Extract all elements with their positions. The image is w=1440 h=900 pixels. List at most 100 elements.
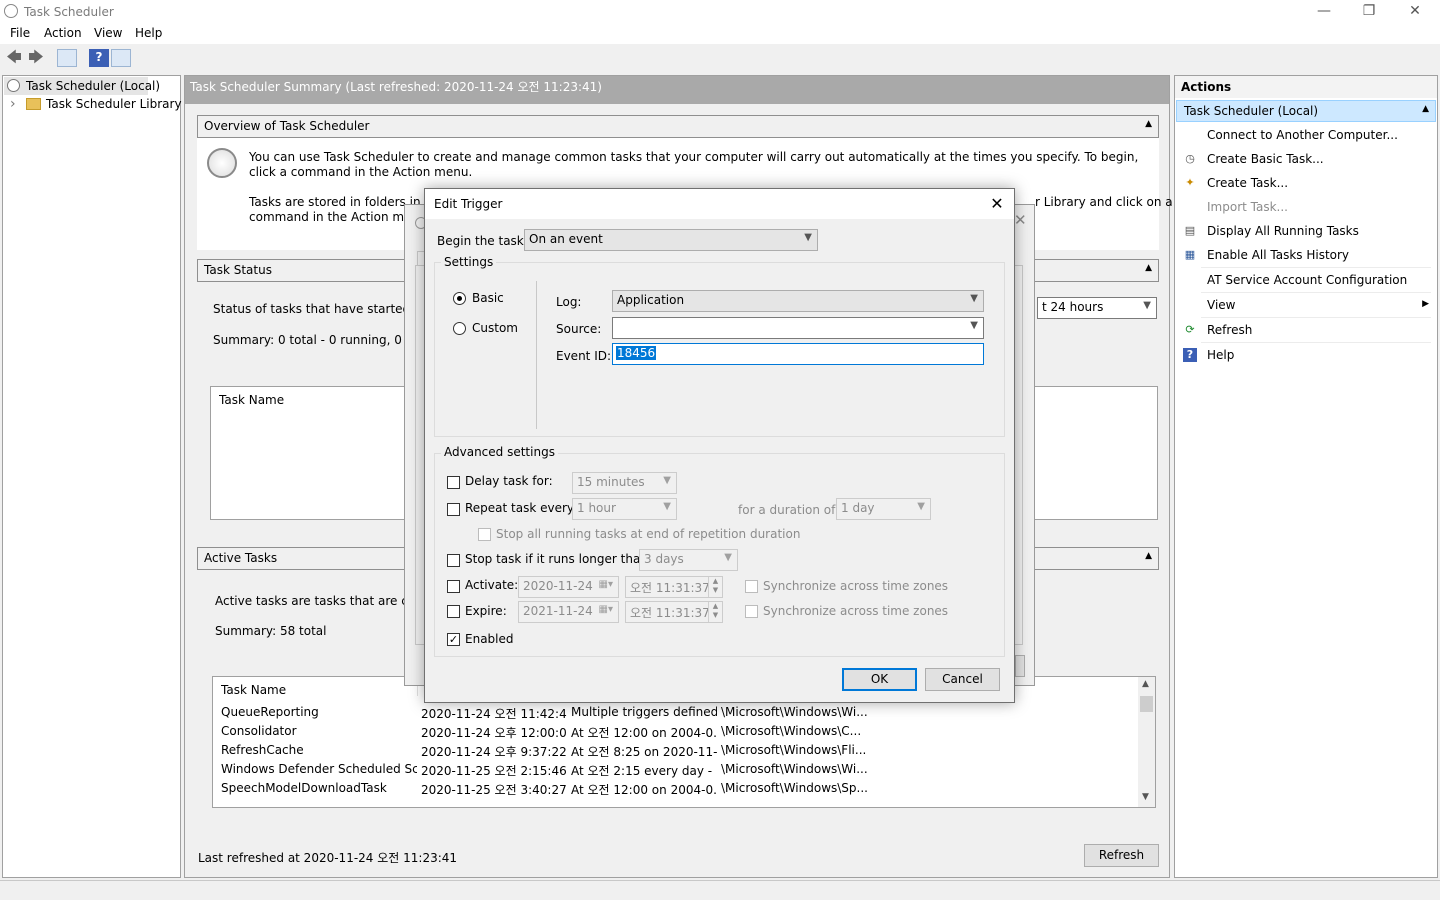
vertical-scrollbar[interactable]: ▲ ▼ — [1138, 677, 1155, 807]
status-period-dropdown[interactable]: t 24 hours ▼ — [1037, 297, 1157, 319]
forward-arrow-icon[interactable]: 🡆 — [26, 49, 46, 67]
expire-checkbox[interactable] — [447, 605, 460, 618]
custom-radio-label[interactable]: Custom — [472, 321, 518, 335]
table-cell-location: \Microsoft\Windows\Fli... — [721, 743, 867, 757]
ok-button[interactable]: OK — [842, 668, 917, 691]
stop-if-longer-dropdown[interactable]: 3 days ▼ — [639, 549, 738, 571]
action-help[interactable]: ? Help — [1175, 344, 1437, 368]
repeat-task-dropdown[interactable]: 1 hour ▼ — [572, 498, 677, 520]
menu-help[interactable]: Help — [135, 26, 162, 40]
dropdown-value: 1 day — [841, 501, 875, 515]
scroll-thumb[interactable] — [1140, 696, 1153, 712]
cancel-button[interactable]: Cancel — [925, 668, 1000, 691]
collapse-icon[interactable]: ▲ — [1145, 119, 1152, 129]
time-spinner-icon[interactable]: ▲ ▼ — [708, 602, 722, 622]
activate-label[interactable]: Activate: — [465, 578, 518, 592]
action-connect-to-another-computer[interactable]: Connect to Another Computer... — [1175, 124, 1437, 148]
dialog-close-button[interactable]: ✕ — [986, 193, 1008, 215]
actions-group-task-scheduler-local[interactable]: Task Scheduler (Local) ▲ — [1176, 100, 1436, 122]
status-bar — [0, 880, 1440, 900]
menu-action[interactable]: Action — [44, 26, 82, 40]
app-clock-icon — [4, 4, 18, 18]
expire-sync-checkbox[interactable] — [745, 605, 758, 618]
help-icon[interactable]: ? — [89, 49, 109, 67]
close-button[interactable]: ✕ — [1392, 0, 1438, 24]
menu-view[interactable]: View — [94, 26, 122, 40]
action-refresh[interactable]: ⟳ Refresh — [1175, 319, 1437, 343]
activate-sync-label[interactable]: Synchronize across time zones — [763, 579, 948, 593]
action-enable-all-tasks-history[interactable]: ▦ Enable All Tasks History — [1175, 244, 1437, 268]
stop-if-longer-checkbox[interactable] — [447, 554, 460, 567]
activate-checkbox[interactable] — [447, 580, 460, 593]
menu-file[interactable]: File — [10, 26, 30, 40]
source-dropdown[interactable]: ▼ — [612, 317, 984, 339]
expire-label[interactable]: Expire: — [465, 604, 507, 618]
calendar-dropdown-icon[interactable]: ▦▾ — [599, 604, 613, 615]
show-hide-action-pane-icon[interactable] — [111, 49, 131, 67]
action-label: Create Basic Task... — [1207, 152, 1324, 166]
column-header-task-name[interactable]: Task Name — [219, 393, 284, 407]
expire-sync-label[interactable]: Synchronize across time zones — [763, 604, 948, 618]
table-row[interactable]: Windows Defender Scheduled Scan 2020-11-2… — [213, 761, 1138, 780]
task-status-summary: Summary: 0 total - 0 running, 0 succ — [213, 333, 433, 347]
expire-date-picker[interactable]: 2021-11-24 ▦▾ — [518, 601, 619, 623]
enabled-label[interactable]: Enabled — [465, 632, 514, 646]
restore-button[interactable]: ❐ — [1346, 0, 1392, 24]
close-icon[interactable]: ✕ — [1014, 211, 1027, 229]
duration-dropdown[interactable]: 1 day ▼ — [836, 498, 931, 520]
repeat-task-label[interactable]: Repeat task every: — [465, 501, 577, 515]
basic-radio-label[interactable]: Basic — [472, 291, 504, 305]
minimize-button[interactable]: — — [1301, 0, 1347, 24]
source-label: Source: — [556, 322, 602, 336]
expire-time-picker[interactable]: 오전 11:31:37 ▲ ▼ — [625, 601, 723, 623]
action-display-all-running-tasks[interactable]: ▤ Display All Running Tasks — [1175, 220, 1437, 244]
action-view[interactable]: View ▶ — [1175, 294, 1437, 318]
event-id-input[interactable]: 18456 — [612, 343, 984, 365]
column-header-task-name[interactable]: Task Name — [221, 683, 286, 697]
dropdown-value: 3 days — [644, 552, 684, 566]
scroll-down-icon[interactable]: ▼ — [1142, 792, 1149, 802]
collapse-icon[interactable]: ▲ — [1145, 551, 1152, 561]
tree-item-task-scheduler-library[interactable]: › Task Scheduler Library — [4, 95, 182, 113]
overview-section-header[interactable]: Overview of Task Scheduler ▲ — [197, 115, 1159, 138]
scroll-up-icon[interactable]: ▲ — [1142, 679, 1149, 689]
stop-all-running-checkbox[interactable] — [478, 528, 491, 541]
activate-sync-checkbox[interactable] — [745, 580, 758, 593]
custom-radio[interactable] — [453, 322, 466, 335]
task-scheduler-clock-icon — [207, 148, 237, 178]
activate-date-picker[interactable]: 2020-11-24 ▦▾ — [518, 576, 619, 598]
stop-if-longer-label[interactable]: Stop task if it runs longer than: — [465, 552, 652, 566]
repeat-task-checkbox[interactable] — [447, 503, 460, 516]
overview-text-3: command in the Action menu — [249, 210, 427, 224]
enabled-checkbox[interactable]: ✓ — [447, 633, 460, 646]
console-tree: Task Scheduler (Local) › Task Scheduler … — [2, 75, 182, 878]
delay-task-label[interactable]: Delay task for: — [465, 474, 553, 488]
expand-chevron-icon[interactable]: › — [10, 95, 16, 113]
stop-all-running-label[interactable]: Stop all running tasks at end of repetit… — [496, 527, 800, 541]
back-arrow-icon[interactable]: 🡄 — [4, 49, 24, 67]
log-dropdown[interactable]: Application ▼ — [612, 290, 984, 312]
collapse-icon[interactable]: ▲ — [1145, 263, 1152, 273]
calendar-dropdown-icon[interactable]: ▦▾ — [599, 579, 613, 590]
refresh-button[interactable]: Refresh — [1084, 844, 1159, 867]
action-import-task[interactable]: Import Task... — [1175, 196, 1437, 220]
collapse-icon[interactable]: ▲ — [1422, 104, 1429, 114]
toolbar: 🡄 🡆 ? — [0, 46, 1440, 70]
table-row[interactable]: SpeechModelDownloadTask 2020-11-25 오전 3:4… — [213, 780, 1138, 799]
basic-radio[interactable] — [453, 292, 466, 305]
table-cell-next: 2020-11-24 오전 11:42:48 — [421, 707, 567, 721]
delay-task-dropdown[interactable]: 15 minutes ▼ — [572, 472, 677, 494]
action-create-basic-task[interactable]: ◷ Create Basic Task... — [1175, 148, 1437, 172]
clock-icon — [7, 79, 20, 92]
table-row[interactable]: RefreshCache 2020-11-24 오후 9:37:22 At 오전 8… — [213, 742, 1138, 761]
delay-task-checkbox[interactable] — [447, 476, 460, 489]
begin-task-dropdown[interactable]: On an event ▼ — [524, 229, 818, 251]
action-at-service-account-configuration[interactable]: AT Service Account Configuration — [1175, 269, 1437, 293]
show-hide-console-tree-icon[interactable] — [57, 49, 77, 67]
activate-time-picker[interactable]: 오전 11:31:37 ▲ ▼ — [625, 576, 723, 598]
table-row[interactable]: Consolidator 2020-11-24 오후 12:00:00 At 오전 … — [213, 723, 1138, 742]
tree-item-task-scheduler-local[interactable]: Task Scheduler (Local) — [4, 77, 160, 95]
time-spinner-icon[interactable]: ▲ ▼ — [708, 577, 722, 597]
table-row[interactable]: QueueReporting 2020-11-24 오전 11:42:48 Mult… — [213, 704, 1138, 723]
action-create-task[interactable]: ✦ Create Task... — [1175, 172, 1437, 196]
